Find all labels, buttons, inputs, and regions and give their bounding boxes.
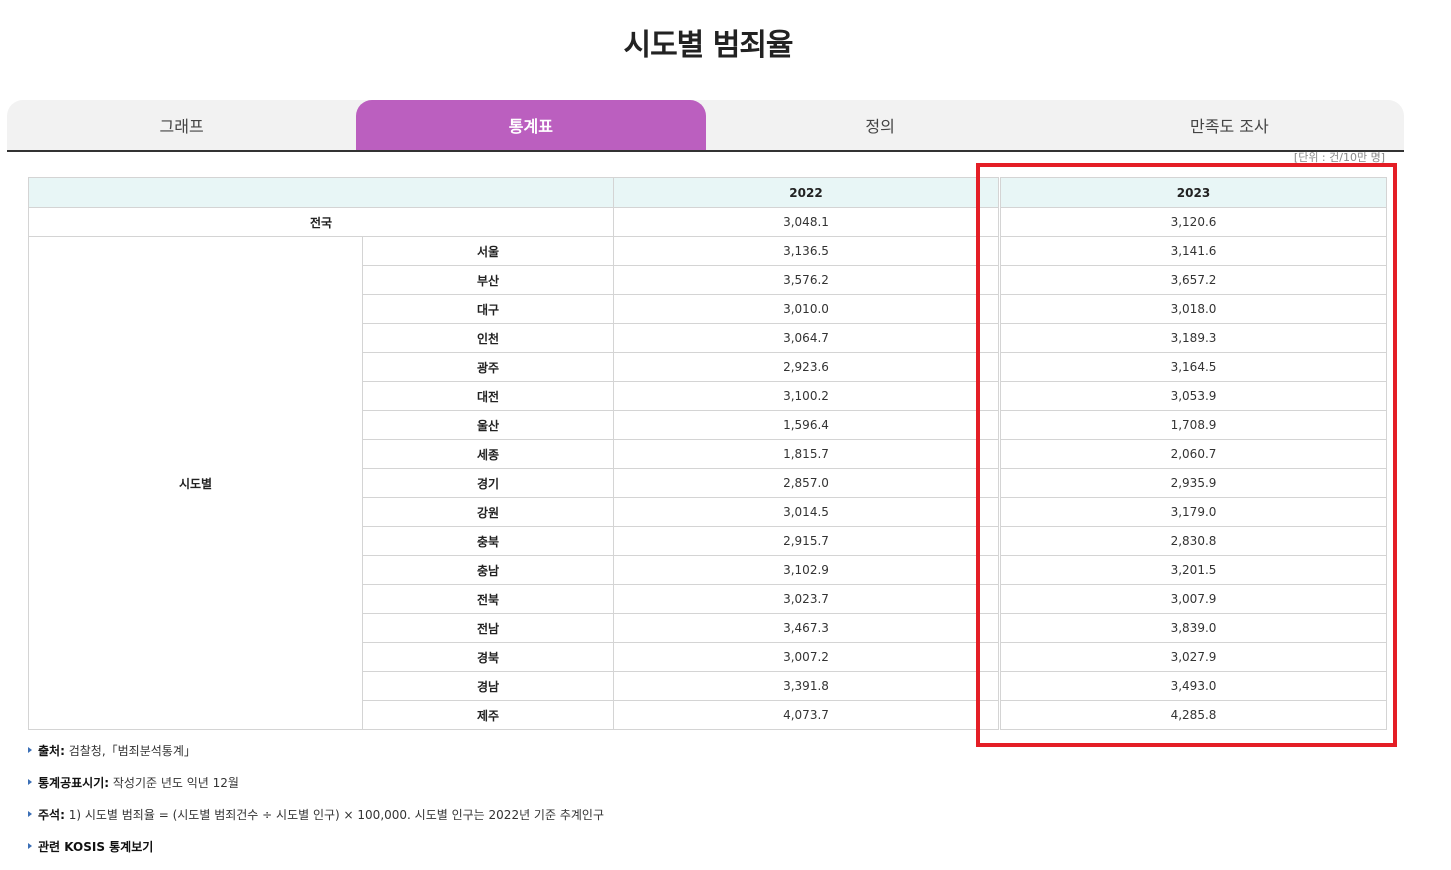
cell-2022: 3,064.7: [613, 323, 999, 353]
note-publish-text: 작성기준 년도 익년 12월: [109, 776, 239, 790]
cell-2022: 4,073.7: [613, 700, 999, 730]
stat-table: 2022 2023 전국 3,048.1 3,120.6 시도별 서울 3,136.…: [28, 177, 1387, 730]
cell-2023: 4,285.8: [1000, 700, 1387, 730]
tab-bar: 그래프 통계표 정의 만족도 조사: [7, 100, 1404, 150]
cell-2022: 3,102.9: [613, 555, 999, 585]
note-publish-label: 통계공표시기:: [38, 776, 110, 790]
row-group-label: 시도별: [28, 236, 363, 730]
notes: 출처: 검찰청,「범죄분석통계」 통계공표시기: 작성기준 년도 익년 12월 …: [28, 742, 928, 870]
region-name: 경북: [362, 642, 614, 672]
page-title: 시도별 범죄율: [623, 28, 793, 63]
cell-2022: 2,923.6: [613, 352, 999, 382]
cell-2023: 3,493.0: [1000, 671, 1387, 701]
cell-2022: 1,815.7: [613, 439, 999, 469]
cell-2022: 3,576.2: [613, 265, 999, 295]
cell-2023: 1,708.9: [1000, 410, 1387, 440]
cell-national-2023: 3,120.6: [1000, 207, 1387, 237]
region-name: 대구: [362, 294, 614, 324]
kosis-link-label[interactable]: 관련 KOSIS 통계보기: [38, 840, 153, 854]
cell-2022: 3,023.7: [613, 584, 999, 614]
note-source-label: 출처:: [38, 744, 65, 758]
cell-2023: 3,164.5: [1000, 352, 1387, 382]
region-name: 전북: [362, 584, 614, 614]
header-year-2023: 2023: [1000, 177, 1387, 208]
tab-graph[interactable]: 그래프: [7, 100, 356, 150]
cell-2022: 3,014.5: [613, 497, 999, 527]
header-year-2022: 2022: [613, 177, 999, 208]
cell-2023: 3,839.0: [1000, 613, 1387, 643]
cell-2023: 2,935.9: [1000, 468, 1387, 498]
cell-2023: 2,830.8: [1000, 526, 1387, 556]
tab-survey[interactable]: 만족도 조사: [1055, 100, 1404, 150]
note-footnote-label: 주석:: [38, 808, 65, 822]
region-name: 충북: [362, 526, 614, 556]
region-name: 부산: [362, 265, 614, 295]
note-source: 출처: 검찰청,「범죄분석통계」: [28, 742, 928, 774]
region-name: 울산: [362, 410, 614, 440]
region-name: 경남: [362, 671, 614, 701]
note-source-text: 검찰청,「범죄분석통계」: [64, 744, 196, 758]
cell-2023: 3,027.9: [1000, 642, 1387, 672]
cell-2022: 3,007.2: [613, 642, 999, 672]
region-name: 제주: [362, 700, 614, 730]
cell-2023: 3,018.0: [1000, 294, 1387, 324]
region-name: 서울: [362, 236, 614, 266]
region-name: 경기: [362, 468, 614, 498]
cell-2022: 2,915.7: [613, 526, 999, 556]
header-corner: [28, 177, 614, 208]
note-footnote-text: 1) 시도별 범죄율 = (시도별 범죄건수 ÷ 시도별 인구) × 100,0…: [64, 808, 604, 822]
cell-2022: 3,136.5: [613, 236, 999, 266]
region-name: 세종: [362, 439, 614, 469]
table-row-national: 전국 3,048.1 3,120.6: [28, 207, 1387, 237]
region-name: 광주: [362, 352, 614, 382]
cell-2022: 3,010.0: [613, 294, 999, 324]
cell-2022: 2,857.0: [613, 468, 999, 498]
cell-2023: 3,007.9: [1000, 584, 1387, 614]
cell-2023: 3,657.2: [1000, 265, 1387, 295]
tab-definition[interactable]: 정의: [706, 100, 1055, 150]
cell-2023: 3,201.5: [1000, 555, 1387, 585]
tab-stat-table[interactable]: 통계표: [356, 100, 706, 150]
cell-2022: 3,391.8: [613, 671, 999, 701]
cell-national-2022: 3,048.1: [613, 207, 999, 237]
cell-2023: 2,060.7: [1000, 439, 1387, 469]
region-name: 대전: [362, 381, 614, 411]
cell-2023: 3,053.9: [1000, 381, 1387, 411]
cell-2022: 3,100.2: [613, 381, 999, 411]
cell-2022: 3,467.3: [613, 613, 999, 643]
cell-2022: 1,596.4: [613, 410, 999, 440]
region-name: 인천: [362, 323, 614, 353]
table-row: 시도별 서울 3,136.5 3,141.6: [28, 236, 1387, 730]
table-header-row: 2022 2023: [28, 177, 1387, 208]
note-publish: 통계공표시기: 작성기준 년도 익년 12월: [28, 774, 928, 806]
row-label-national: 전국: [28, 207, 614, 237]
note-footnote: 주석: 1) 시도별 범죄율 = (시도별 범죄건수 ÷ 시도별 인구) × 1…: [28, 806, 928, 838]
region-name: 전남: [362, 613, 614, 643]
region-name: 강원: [362, 497, 614, 527]
kosis-link[interactable]: 관련 KOSIS 통계보기: [28, 838, 928, 870]
cell-2023: 3,179.0: [1000, 497, 1387, 527]
region-name: 충남: [362, 555, 614, 585]
cell-2023: 3,189.3: [1000, 323, 1387, 353]
tab-underline: [7, 150, 1404, 152]
unit-label: [단위 : 건/10만 명]: [1293, 151, 1385, 164]
cell-2023: 3,141.6: [1000, 236, 1387, 266]
